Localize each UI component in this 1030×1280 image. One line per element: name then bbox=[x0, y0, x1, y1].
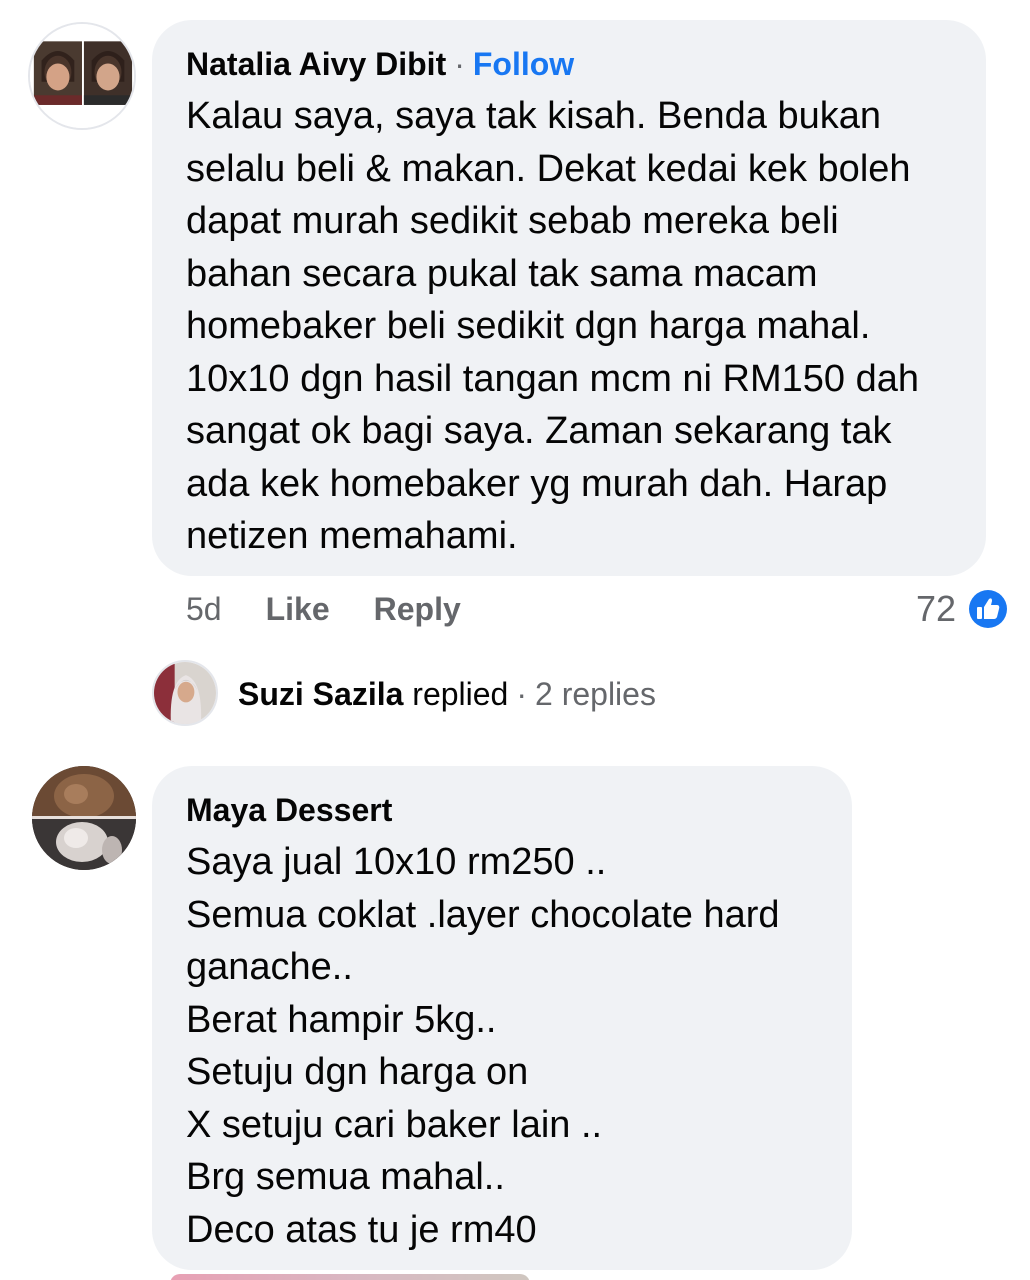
reply-count: 2 replies bbox=[535, 676, 656, 712]
comment-header: Natalia Aivy Dibit · Follow bbox=[186, 42, 952, 86]
comment-header: Maya Dessert bbox=[186, 788, 818, 832]
follow-button[interactable]: Follow bbox=[473, 46, 574, 82]
profile-photo-icon bbox=[154, 662, 216, 724]
comment-timestamp[interactable]: 5d bbox=[186, 591, 222, 628]
view-replies-link[interactable]: Suzi Sazila replied · 2 replies bbox=[238, 672, 656, 716]
separator-dot: · bbox=[516, 676, 527, 712]
next-item-peek bbox=[170, 1274, 530, 1280]
profile-photo-icon bbox=[30, 24, 134, 128]
separator-dot: · bbox=[454, 46, 465, 82]
avatar[interactable] bbox=[32, 766, 136, 870]
profile-photo-icon bbox=[32, 766, 136, 870]
reply-button[interactable]: Reply bbox=[374, 591, 461, 628]
comment-bubble: Maya Dessert Saya jual 10x10 rm250 .. Se… bbox=[152, 766, 852, 1270]
replier-name: Suzi Sazila bbox=[238, 676, 404, 712]
comment-text: Saya jual 10x10 rm250 .. Semua coklat .l… bbox=[186, 841, 780, 1251]
comment-text: Kalau saya, saya tak kisah. Benda bukan … bbox=[186, 95, 920, 557]
replier-avatar[interactable] bbox=[152, 660, 218, 726]
reaction-summary[interactable]: 72 bbox=[916, 584, 1010, 634]
like-button[interactable]: Like bbox=[266, 591, 330, 628]
comments-page: Natalia Aivy Dibit · Follow Kalau saya, sa… bbox=[0, 0, 1030, 1280]
comment-actions: 5d Like Reply bbox=[186, 584, 505, 634]
avatar[interactable] bbox=[28, 22, 136, 130]
reaction-count: 72 bbox=[915, 588, 956, 629]
like-reaction-icon bbox=[966, 587, 1010, 631]
comment-bubble: Natalia Aivy Dibit · Follow Kalau saya, sa… bbox=[152, 20, 986, 576]
author-name[interactable]: Natalia Aivy Dibit bbox=[186, 46, 446, 82]
replied-label: replied bbox=[412, 676, 509, 712]
author-name[interactable]: Maya Dessert bbox=[186, 792, 392, 828]
